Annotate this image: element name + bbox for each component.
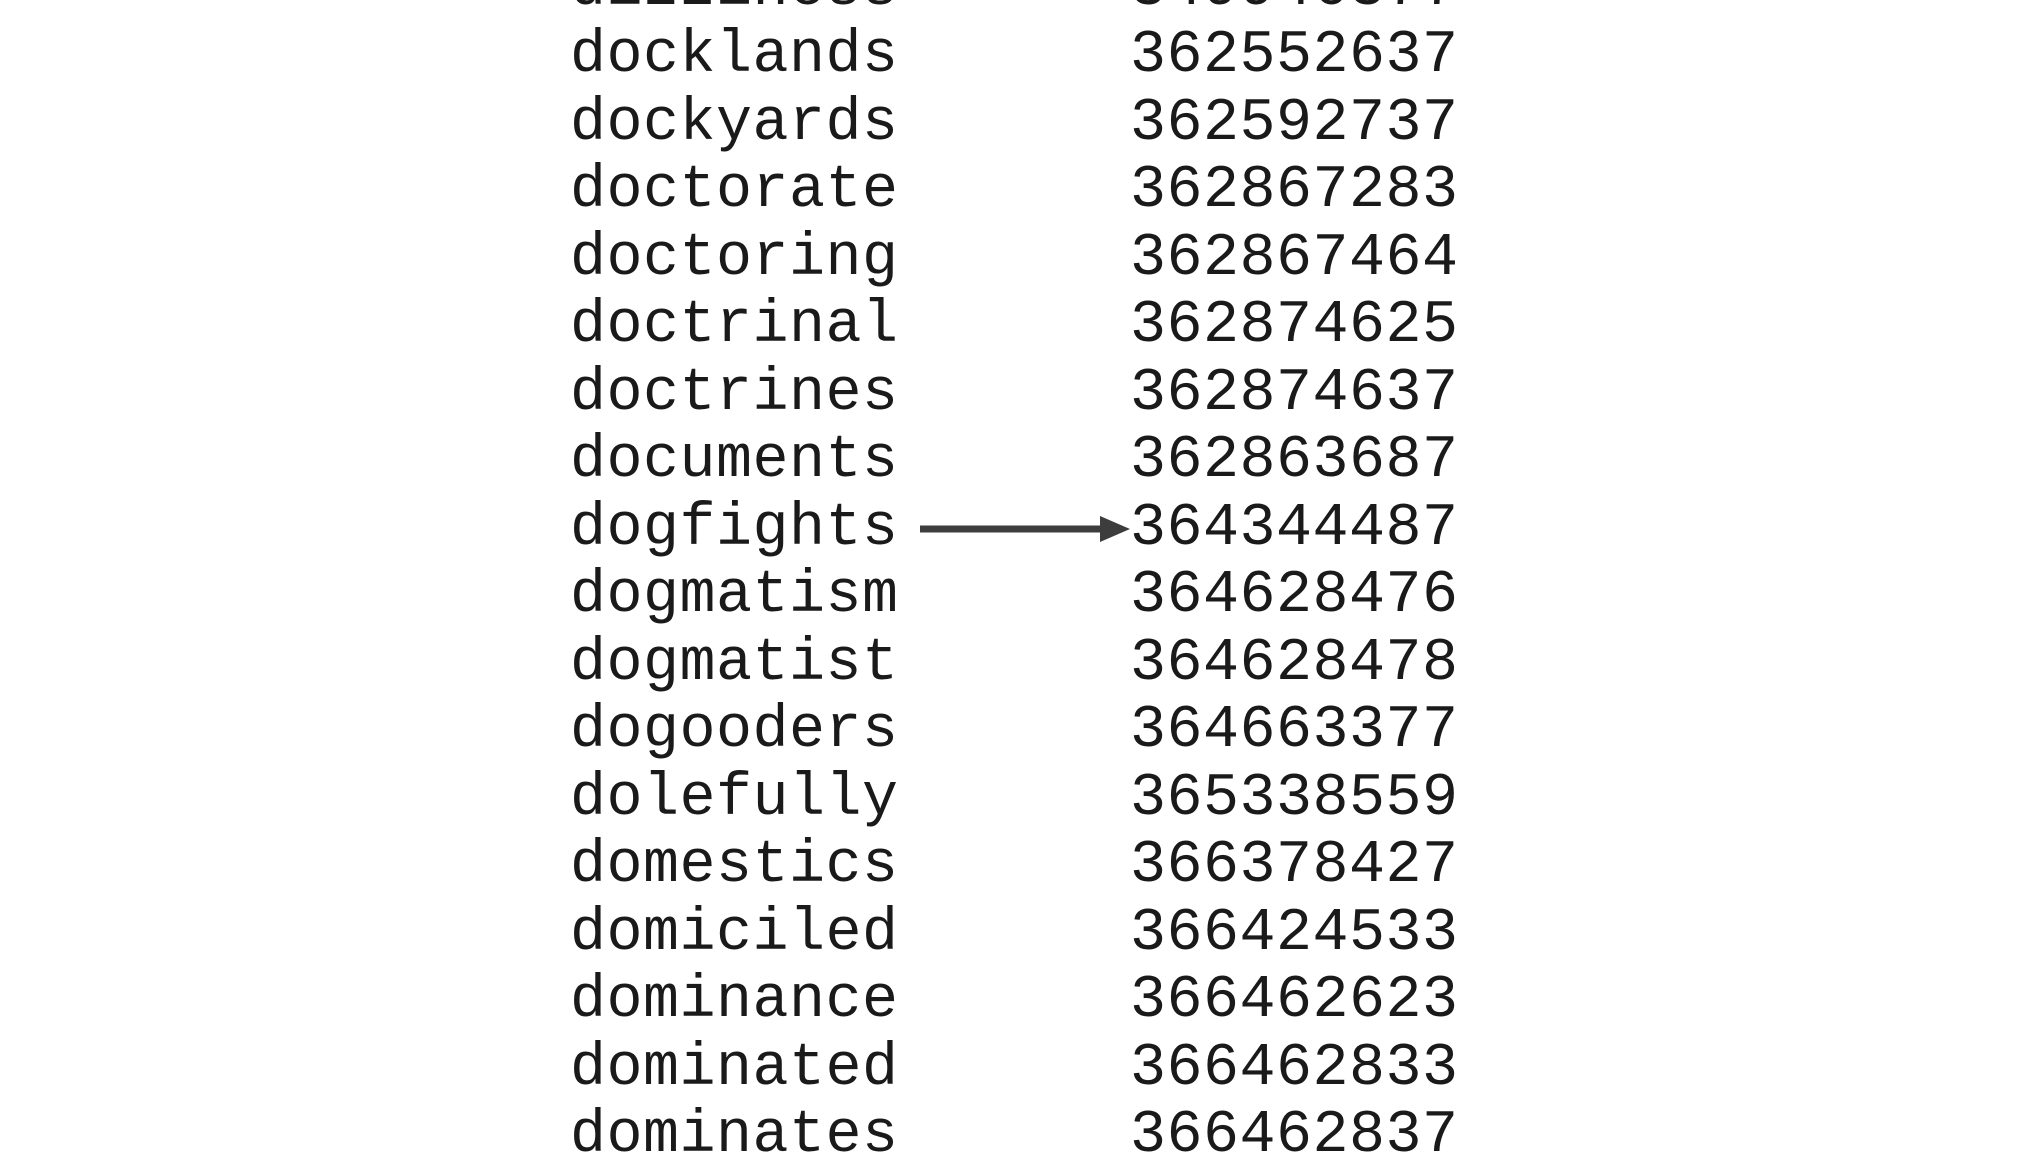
gap bbox=[900, 428, 1130, 496]
number-cell: 366378427 bbox=[1130, 832, 1459, 900]
list-row: documents 362863687 bbox=[570, 428, 1470, 496]
gap bbox=[900, 765, 1130, 833]
gap bbox=[900, 1035, 1130, 1103]
word-cell: dogooders bbox=[570, 697, 900, 765]
gap bbox=[900, 563, 1130, 631]
word-cell: dockyards bbox=[570, 90, 900, 158]
gap bbox=[900, 968, 1130, 1036]
word-cell: dominance bbox=[570, 967, 900, 1035]
list-row: doctorate 362867283 bbox=[570, 158, 1470, 226]
gap bbox=[900, 90, 1130, 158]
number-cell: 364344487 bbox=[1130, 495, 1459, 563]
word-cell: dogmatism bbox=[570, 562, 900, 630]
number-cell: 362867464 bbox=[1130, 225, 1459, 293]
word-cell: doctrinal bbox=[570, 292, 900, 360]
list-row: dominance 366462623 bbox=[570, 968, 1470, 1036]
word-cell: docklands bbox=[570, 22, 900, 90]
gap bbox=[900, 833, 1130, 901]
word-number-list: dizziness349946377docklands362552637dock… bbox=[570, 0, 1470, 1170]
gap bbox=[900, 360, 1130, 428]
number-cell: 349946377 bbox=[1130, 0, 1459, 23]
number-cell: 362874625 bbox=[1130, 292, 1459, 360]
gap bbox=[900, 900, 1130, 968]
gap bbox=[900, 0, 1130, 23]
list-row: dominates 366462837 bbox=[570, 1103, 1470, 1170]
word-cell: domestics bbox=[570, 832, 900, 900]
list-row: dogmatism 364628476 bbox=[570, 563, 1470, 631]
word-cell: dizziness bbox=[570, 0, 900, 23]
number-cell: 365338559 bbox=[1130, 765, 1459, 833]
list-row: dogooders 364663377 bbox=[570, 698, 1470, 766]
number-cell: 362552637 bbox=[1130, 22, 1459, 90]
gap bbox=[900, 630, 1130, 698]
list-row: dolefully 365338559 bbox=[570, 765, 1470, 833]
number-cell: 364663377 bbox=[1130, 697, 1459, 765]
number-cell: 364628478 bbox=[1130, 630, 1459, 698]
gap bbox=[900, 698, 1130, 766]
list-row: dogfights 364344487 bbox=[570, 495, 1470, 563]
word-cell: dogfights bbox=[570, 495, 900, 563]
word-cell: dominates bbox=[570, 1102, 900, 1170]
word-cell: dogmatist bbox=[570, 630, 900, 698]
word-cell: doctoring bbox=[570, 225, 900, 293]
gap bbox=[900, 293, 1130, 361]
list-row: domiciled 366424533 bbox=[570, 900, 1470, 968]
number-cell: 366462833 bbox=[1130, 1035, 1459, 1103]
list-row: doctoring 362867464 bbox=[570, 225, 1470, 293]
gap bbox=[900, 23, 1130, 91]
number-cell: 366462837 bbox=[1130, 1102, 1459, 1170]
gap bbox=[900, 225, 1130, 293]
list-row: dizziness 349946377 bbox=[570, 0, 1470, 23]
number-cell: 366462623 bbox=[1130, 967, 1459, 1035]
list-row: dominated 366462833 bbox=[570, 1035, 1470, 1103]
list-row: dogmatist 364628478 bbox=[570, 630, 1470, 698]
word-cell: dominated bbox=[570, 1035, 900, 1103]
gap bbox=[900, 495, 1130, 563]
number-cell: 362867283 bbox=[1130, 157, 1459, 225]
gap bbox=[900, 158, 1130, 226]
arrow-right-icon bbox=[920, 514, 1130, 544]
list-row: domestics 366378427 bbox=[570, 833, 1470, 901]
number-cell: 362592737 bbox=[1130, 90, 1459, 158]
number-cell: 366424533 bbox=[1130, 900, 1459, 968]
word-cell: domiciled bbox=[570, 900, 900, 968]
word-cell: doctorate bbox=[570, 157, 900, 225]
list-row: dockyards 362592737 bbox=[570, 90, 1470, 158]
list-row: doctrinal 362874625 bbox=[570, 293, 1470, 361]
list-row: doctrines 362874637 bbox=[570, 360, 1470, 428]
number-cell: 362874637 bbox=[1130, 360, 1459, 428]
word-cell: doctrines bbox=[570, 360, 900, 428]
list-row: docklands 362552637 bbox=[570, 23, 1470, 91]
word-cell: documents bbox=[570, 427, 900, 495]
number-cell: 364628476 bbox=[1130, 562, 1459, 630]
number-cell: 362863687 bbox=[1130, 427, 1459, 495]
word-cell: dolefully bbox=[570, 765, 900, 833]
gap bbox=[900, 1103, 1130, 1170]
